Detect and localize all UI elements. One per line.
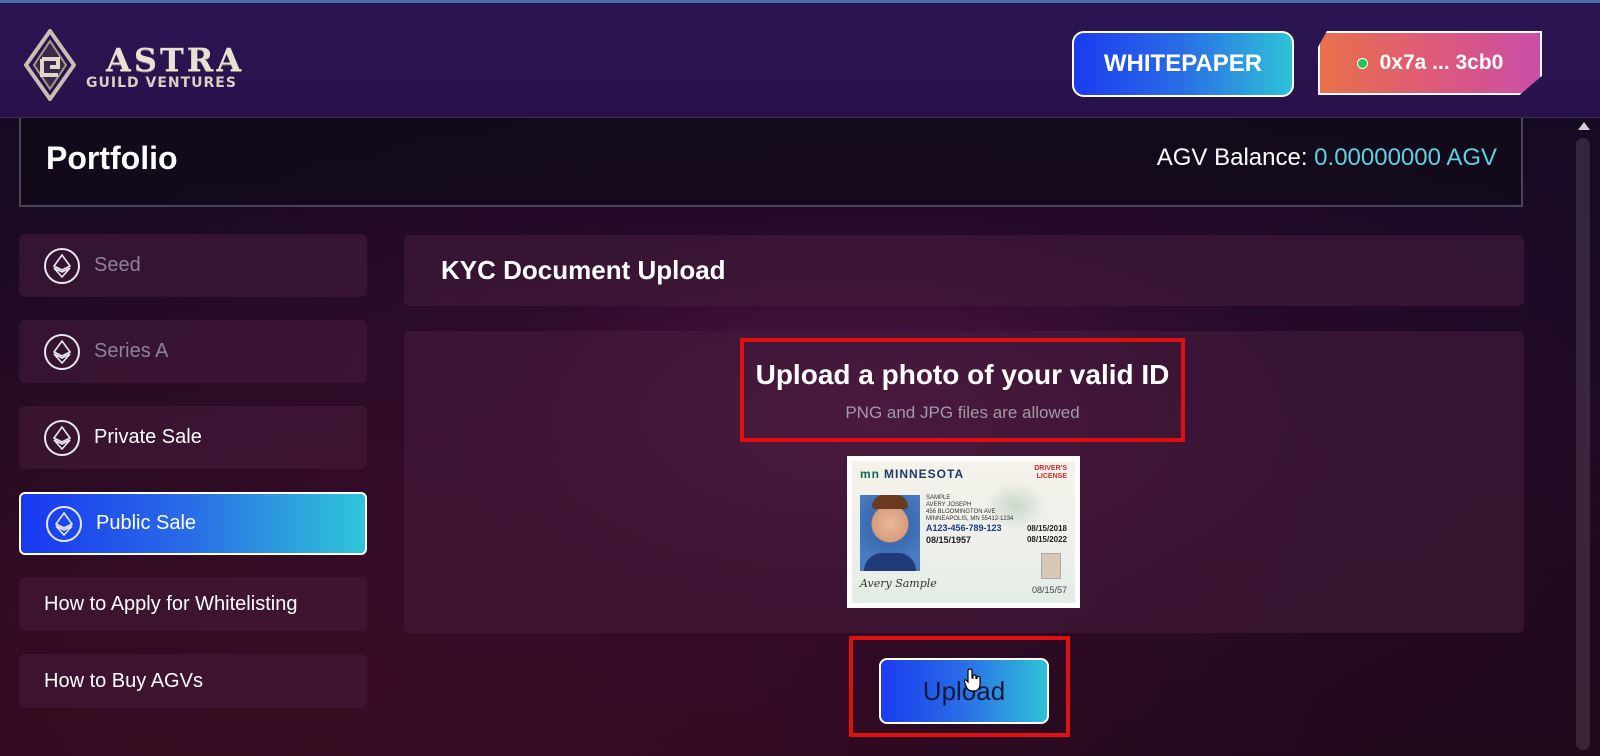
sidebar-item-label: How to Apply for Whitelisting — [44, 592, 298, 615]
sidebar-item-label: Series A — [94, 340, 169, 362]
upload-title: Upload a photo of your valid ID — [755, 359, 1170, 390]
id-sign-date: 08/15/57 — [1031, 585, 1067, 595]
sidebar-item-how-to-buy[interactable]: How to Buy AGVs — [19, 654, 367, 708]
section-title: KYC Document Upload — [404, 235, 1524, 306]
id-ghost-photo — [1041, 553, 1061, 579]
sidebar-item-private-sale[interactable]: Private Sale — [19, 406, 367, 469]
agv-balance: AGV Balance: 0.00000000 AGV — [1157, 144, 1497, 172]
sidebar-item-series-a[interactable]: Series A — [19, 320, 367, 383]
id-license-number: A123-456-789-123 — [926, 523, 1002, 533]
page-title: Portfolio — [46, 140, 178, 176]
sidebar-item-how-to-apply[interactable]: How to Apply for Whitelisting — [19, 577, 367, 631]
id-preview-image[interactable]: mn MINNESOTA DRIVER'S LICENSE SAMPLE AVERY… — [847, 456, 1080, 608]
logo-subtitle: GUILD VENTURES — [86, 75, 237, 91]
id-holder-details: SAMPLE AVERY JOSEPH 456 BLOOMINGTON AVE … — [926, 495, 1014, 522]
page-scrollbar[interactable] — [1568, 118, 1600, 756]
id-dates: 08/15/2018 08/15/2022 — [1026, 524, 1067, 544]
scrollbar-thumb[interactable] — [1576, 138, 1590, 750]
wallet-address-button[interactable]: 0x7a ... 3cb0 — [1318, 31, 1542, 95]
connected-status-dot — [1356, 57, 1368, 69]
id-dob: 08/15/1957 — [926, 535, 972, 545]
sidebar-item-label: Private Sale — [94, 426, 202, 448]
sidebar-item-label: Public Sale — [96, 512, 197, 534]
balance-value: 0.00000000 AGV — [1314, 144, 1497, 171]
logo-title: ASTRA — [106, 41, 245, 79]
id-type: DRIVER'S LICENSE — [1034, 465, 1067, 480]
sidebar-item-label: Seed — [94, 254, 141, 276]
ethereum-icon — [46, 505, 82, 542]
hand-pointer-cursor-icon — [964, 668, 981, 692]
astra-logo[interactable]: ASTRA GUILD VENTURES — [24, 29, 284, 101]
astra-logo-mark-icon — [24, 29, 76, 101]
upload-subtitle: PNG and JPG files are allowed — [845, 403, 1080, 422]
whitepaper-button[interactable]: WHITEPAPER — [1072, 31, 1294, 97]
ethereum-icon — [44, 419, 80, 456]
sidebar-item-label: How to Buy AGVs — [44, 669, 203, 692]
portfolio-bar: Portfolio AGV Balance: 0.00000000 AGV — [19, 118, 1523, 207]
id-state-title: mn MINNESOTA — [860, 467, 965, 481]
balance-label: AGV Balance: — [1156, 144, 1315, 171]
ethereum-icon — [44, 247, 80, 284]
id-photo-hair — [872, 495, 908, 509]
id-photo-shirt — [864, 553, 916, 571]
ethereum-icon — [44, 333, 80, 370]
sidebar-item-public-sale[interactable]: Public Sale — [19, 492, 367, 555]
id-card: mn MINNESOTA DRIVER'S LICENSE SAMPLE AVERY… — [852, 461, 1075, 603]
sidebar-item-seed[interactable]: Seed — [19, 234, 367, 297]
wallet-address-label: 0x7a ... 3cb0 — [1379, 51, 1504, 74]
top-header: ASTRA GUILD VENTURES WHITEPAPER 0x7a ...… — [0, 0, 1600, 118]
scroll-up-arrow-icon[interactable] — [1578, 122, 1590, 130]
id-signature: Avery Sample — [860, 577, 937, 590]
upload-instructions: Upload a photo of your valid ID PNG and … — [740, 338, 1185, 442]
